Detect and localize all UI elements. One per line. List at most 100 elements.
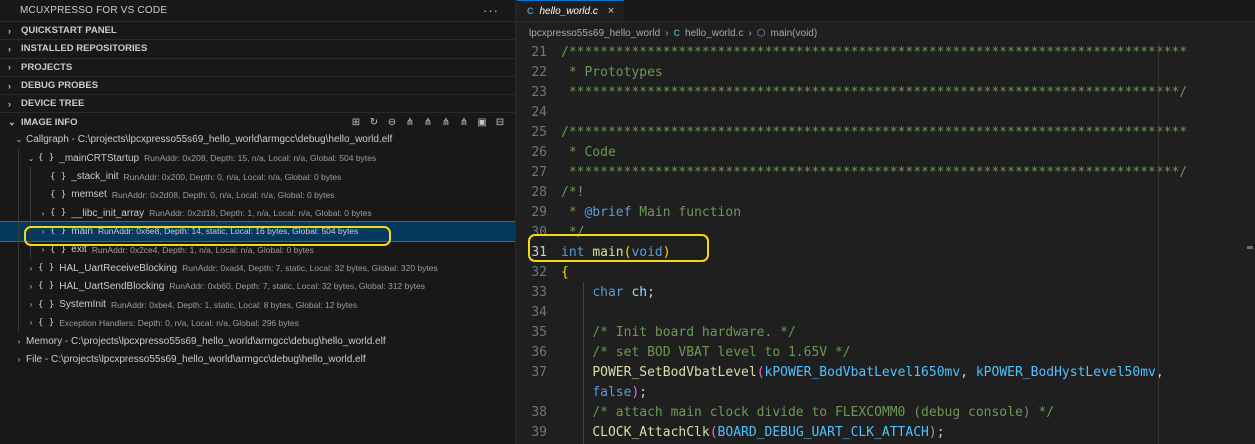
code-line[interactable]: 29 * @brief Main function	[517, 202, 1255, 222]
chevron-right-icon[interactable]: ›	[36, 209, 50, 218]
section-projects[interactable]: › PROJECTS	[0, 57, 515, 76]
c-file-icon: C	[527, 6, 534, 16]
line-number: 21	[531, 44, 547, 60]
tree-item-details: RunAddr: 0x208, Depth: 15, n/a, Local: n…	[144, 153, 377, 164]
code-line[interactable]: 30 */	[517, 222, 1255, 242]
code-line[interactable]: 36 /* set BOD VBAT level to 1.65V */	[517, 342, 1255, 362]
code-line[interactable]: 33 char ch;	[517, 282, 1255, 302]
tree-collapse-icon[interactable]: ⋔	[457, 115, 471, 129]
code-line[interactable]: 25 /*************************************…	[517, 122, 1255, 142]
line-number: 39	[531, 424, 547, 440]
code-line[interactable]: 27 *************************************…	[517, 162, 1255, 182]
tree-item[interactable]: ›{ } HAL_UartSendBlocking RunAddr: 0xb60, …	[0, 277, 515, 296]
code-line[interactable]: 23 *************************************…	[517, 82, 1255, 102]
tree-item-name: main	[71, 225, 93, 237]
tree-icon[interactable]: ⋔	[403, 115, 417, 129]
collapse-icon[interactable]: ⊖	[385, 115, 399, 129]
code-line[interactable]: 26 * Code	[517, 142, 1255, 162]
breadcrumb-symbol[interactable]: main(void)	[771, 28, 818, 39]
refresh-icon[interactable]: ↻	[367, 115, 381, 129]
editor-scrollbar[interactable]	[1241, 42, 1255, 444]
more-actions-icon[interactable]: ···	[483, 3, 499, 18]
tree-indent-guide	[30, 203, 31, 223]
collapse-all-icon[interactable]: ⊟	[493, 115, 507, 129]
code-line[interactable]: 32 {	[517, 262, 1255, 282]
code-token: ;	[936, 424, 945, 440]
indent-guide	[583, 282, 584, 444]
section-device-tree[interactable]: › DEVICE TREE	[0, 94, 515, 112]
line-number: 33	[531, 284, 547, 300]
tree-item[interactable]: ›{ } SystemInit RunAddr: 0xbe4, Depth: 1, …	[0, 295, 515, 314]
code-line[interactable]: 28 /*!	[517, 182, 1255, 202]
line-number: 32	[531, 264, 547, 280]
tree-item[interactable]: › File - C:\projects\lpcxpresso55s69_hell…	[0, 350, 515, 368]
section-label: PROJECTS	[21, 61, 73, 73]
tree-alt-icon[interactable]: ⋔	[421, 115, 435, 129]
code-line[interactable]: 35 /* Init board hardware. */	[517, 322, 1255, 342]
code-token: kPOWER_BodVbatLevel1650mv	[764, 364, 961, 380]
code-line[interactable]: 34	[517, 302, 1255, 322]
code-line[interactable]: 39 CLOCK_AttachClk(BOARD_DEBUG_UART_CLK_…	[517, 422, 1255, 442]
close-icon[interactable]: ×	[608, 5, 614, 17]
tree-indent-guide	[18, 185, 19, 204]
tree-item-details: RunAddr: 0xad4, Depth: 7, static, Local:…	[182, 263, 438, 273]
code-token: ch	[631, 284, 648, 300]
tree-item[interactable]: ›{ } HAL_UartReceiveBlocking RunAddr: 0xad…	[0, 258, 515, 278]
section-quickstart-panel[interactable]: › QUICKSTART PANEL	[0, 21, 515, 39]
tree-item[interactable]: ›{ } __libc_init_array RunAddr: 0x2d18, De…	[0, 203, 515, 223]
chevron-right-icon[interactable]: ›	[24, 318, 38, 327]
section-installed-repositories[interactable]: › INSTALLED REPOSITORIES	[0, 39, 515, 57]
tree-expand-icon[interactable]: ⋔	[439, 115, 453, 129]
image-info-tree: ⌄ Callgraph - C:\projects\lpcxpresso55s69…	[0, 131, 515, 369]
code-line[interactable]: 22 * Prototypes	[517, 62, 1255, 82]
code-area[interactable]: 21 /*************************************…	[517, 42, 1255, 444]
tree-item[interactable]: { } memset RunAddr: 0x2d08, Depth: 0, n/a,…	[0, 185, 515, 204]
code-token: ;	[639, 384, 648, 400]
code-line[interactable]: 37 POWER_SetBodVbatLevel(kPOWER_BodVbatL…	[517, 362, 1255, 382]
tree-item[interactable]: ›{ } exit RunAddr: 0x2ce4, Depth: 1, n/a, …	[0, 240, 515, 259]
code-text: * Code	[561, 145, 1255, 160]
tree-item[interactable]: › Memory - C:\projects\lpcxpresso55s69_he…	[0, 332, 515, 350]
chevron-right-icon[interactable]: ›	[24, 300, 38, 309]
code-token: /***************************************…	[561, 124, 1188, 140]
code-text: /***************************************…	[561, 125, 1255, 140]
code-line[interactable]: 31 int main(void)	[517, 242, 1255, 262]
tree-item[interactable]: ›{ } Exception Handlers: Depth: 0, n/a, L…	[0, 313, 515, 333]
function-braces-icon: { }	[38, 281, 55, 292]
tree-indent-guide	[18, 313, 19, 333]
chevron-right-icon[interactable]: ›	[12, 337, 26, 346]
code-line[interactable]: 21 /*************************************…	[517, 42, 1255, 62]
tree-indent-guide	[18, 277, 19, 296]
method-cube-icon: ⬡	[756, 27, 766, 39]
breadcrumb-folder[interactable]: lpcxpresso55s69_hello_world	[529, 28, 660, 39]
section-image-info[interactable]: ⌄ IMAGE INFO ⊞ ↻ ⊖ ⋔ ⋔ ⋔ ⋔ ▣ ⊟	[0, 112, 515, 130]
breadcrumb-file[interactable]: hello_world.c	[685, 28, 743, 39]
code-line[interactable]: false);	[517, 382, 1255, 402]
tree-item-details: Exception Handlers: Depth: 0, n/a, Local…	[59, 317, 299, 328]
tree-item[interactable]: ⌄{ } _mainCRTStartup RunAddr: 0x208, Depth…	[0, 149, 515, 168]
code-token: void	[631, 244, 663, 260]
chevron-right-icon[interactable]: ›	[36, 227, 50, 236]
tree-item[interactable]: ›{ } main RunAddr: 0x6e8, Depth: 14, stati…	[0, 221, 515, 242]
tree-indent-guide	[18, 203, 19, 223]
tab-label: hello_world.c	[539, 5, 598, 17]
chevron-right-icon[interactable]: ›	[24, 282, 38, 291]
chevron-right-icon[interactable]: ›	[36, 245, 50, 254]
code-line[interactable]: 24	[517, 102, 1255, 122]
tab-hello-world-c[interactable]: C hello_world.c ×	[517, 0, 625, 21]
code-line[interactable]: 38 /* attach main clock divide to FLEXCO…	[517, 402, 1255, 422]
tree-item[interactable]: ⌄ Callgraph - C:\projects\lpcxpresso55s69…	[0, 131, 515, 149]
chevron-down-icon[interactable]: ⌄	[12, 135, 26, 144]
tree-item[interactable]: { } _stack_init RunAddr: 0x200, Depth: 0, …	[0, 167, 515, 186]
line-number: 29	[531, 204, 547, 220]
report-icon[interactable]: ▣	[475, 115, 489, 129]
chevron-down-icon[interactable]: ⌄	[24, 154, 38, 163]
panel-header: MCUXPRESSO FOR VS CODE ···	[0, 0, 515, 21]
section-debug-probes[interactable]: › DEBUG PROBES	[0, 75, 515, 94]
chevron-right-icon[interactable]: ›	[24, 264, 38, 273]
chevron-right-icon: ›	[8, 80, 11, 91]
function-braces-icon: { }	[38, 153, 55, 164]
new-file-icon[interactable]: ⊞	[349, 115, 363, 129]
chevron-right-icon[interactable]: ›	[12, 355, 26, 364]
